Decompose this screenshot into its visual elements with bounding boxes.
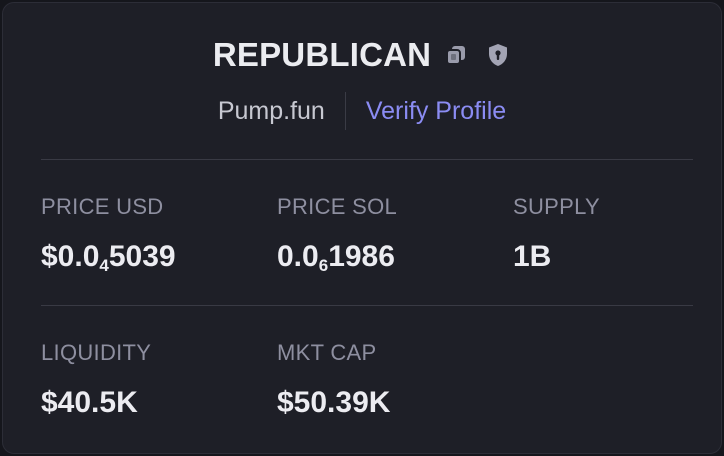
- stat-price-sol: PRICE SOL 0.061986: [277, 193, 497, 275]
- stat-label: LIQUIDITY: [41, 340, 152, 365]
- stat-liquidity: LIQUIDITY $40.5K: [41, 339, 261, 421]
- price-usd-prefix: $0.0: [41, 240, 100, 273]
- verify-profile-link[interactable]: Verify Profile: [366, 97, 506, 126]
- stat-label: PRICE SOL: [277, 194, 398, 219]
- price-sol-digits: 1986: [328, 240, 395, 273]
- copy-icon[interactable]: [443, 42, 469, 68]
- platform-label: Pump.fun: [217, 96, 325, 125]
- shield-icon[interactable]: [485, 42, 511, 68]
- supply-value: 1B: [513, 240, 552, 273]
- liquidity-value: $40.5K: [41, 386, 138, 419]
- stat-label: MKT CAP: [277, 340, 377, 365]
- stat-price-usd: PRICE USD $0.045039: [41, 193, 261, 275]
- profile-row: Pump.fun Verify Profile: [3, 89, 721, 133]
- token-name: REPUBLICAN: [212, 36, 432, 73]
- stat-label: SUPPLY: [513, 194, 600, 219]
- token-header: REPUBLICAN: [3, 31, 721, 79]
- price-sol-prefix: 0.0: [277, 240, 319, 273]
- price-usd-value: $0.045039: [41, 239, 261, 275]
- mkt-cap-value: $50.39K: [277, 386, 391, 419]
- price-sol-zero-count: 6: [318, 256, 329, 275]
- profile-separator: [344, 92, 346, 130]
- price-usd-zero-count: 4: [99, 256, 109, 275]
- divider: [41, 159, 693, 160]
- divider: [41, 305, 693, 306]
- stat-label: PRICE USD: [41, 194, 164, 219]
- price-usd-digits: 5039: [108, 240, 176, 273]
- price-sol-value: 0.061986: [277, 239, 497, 275]
- stat-mkt-cap: MKT CAP $50.39K: [277, 339, 497, 421]
- stat-supply: SUPPLY 1B: [513, 193, 721, 275]
- token-info-card: REPUBLICAN Pump.fun Verify Profile PRICE…: [2, 2, 722, 454]
